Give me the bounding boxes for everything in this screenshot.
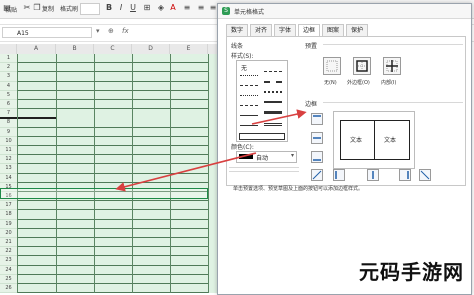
arrow-to-preview — [251, 109, 307, 125]
watermark: 元码手游网 — [359, 260, 464, 284]
annotation-arrows — [115, 109, 307, 192]
arrow-to-row-15 — [115, 152, 257, 192]
